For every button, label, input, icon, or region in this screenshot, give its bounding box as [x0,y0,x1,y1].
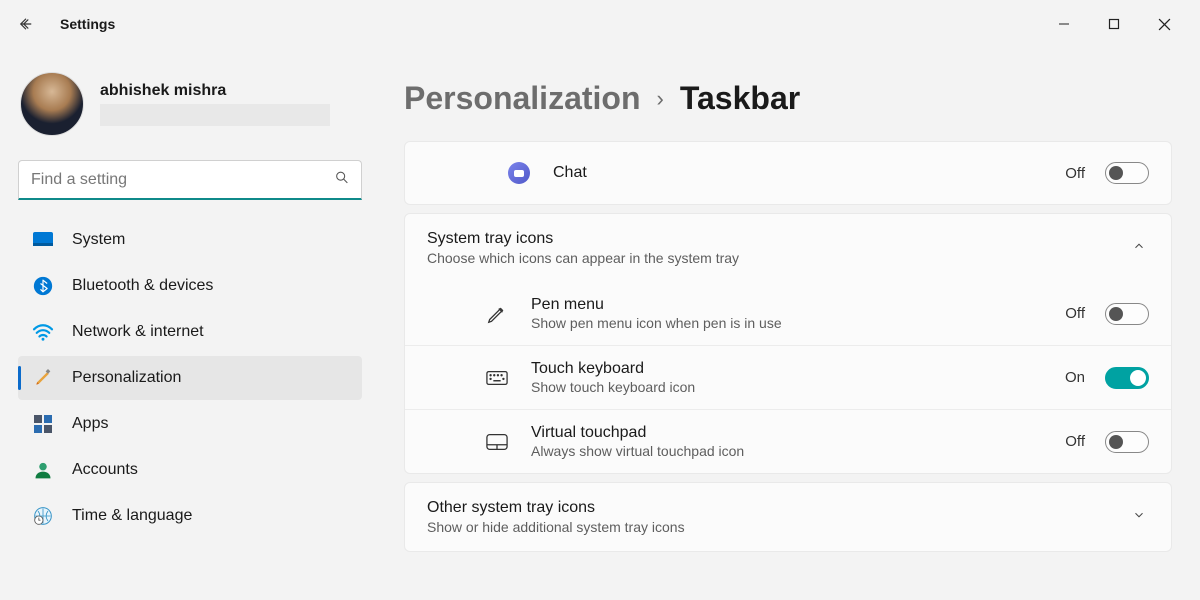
breadcrumb-current: Taskbar [680,80,800,117]
nav-label: Personalization [72,369,181,387]
touchpad-icon [483,433,511,451]
virtual-touchpad-toggle[interactable] [1105,431,1149,453]
section-title: System tray icons [427,230,1129,248]
search-icon [334,170,350,191]
profile-email-redacted [100,104,330,126]
breadcrumb: Personalization › Taskbar [404,80,1172,117]
row-desc: Show pen menu icon when pen is in use [531,315,1045,331]
toggle-state: Off [1065,165,1085,182]
minimize-icon [1058,18,1070,30]
arrow-left-icon [17,15,35,33]
display-icon [32,229,54,251]
chat-toggle[interactable] [1105,162,1149,184]
profile-block[interactable]: abhishek mishra [18,72,362,136]
bluetooth-icon [32,275,54,297]
section-title: Other system tray icons [427,499,1129,517]
search-wrap [18,160,362,200]
pen-icon [483,303,511,325]
nav-label: Time & language [72,507,192,525]
card-chat: Chat Off [404,141,1172,205]
wifi-icon [32,321,54,343]
row-desc: Always show virtual touchpad icon [531,443,1045,459]
nav-system[interactable]: System [18,218,362,262]
sidebar: abhishek mishra System Bluetooth & devic… [0,48,380,600]
person-icon [32,459,54,481]
avatar [20,72,84,136]
nav-label: Apps [72,415,108,433]
row-virtual-touchpad: Virtual touchpad Always show virtual tou… [405,409,1171,473]
row-chat: Chat Off [405,142,1171,204]
profile-name: abhishek mishra [100,82,330,100]
nav-accounts[interactable]: Accounts [18,448,362,492]
toggle-state: On [1065,369,1085,386]
touch-keyboard-toggle[interactable] [1105,367,1149,389]
paintbrush-icon [32,367,54,389]
minimize-button[interactable] [1050,10,1078,38]
window-controls [1050,10,1190,38]
nav-label: Network & internet [72,323,204,341]
close-icon [1158,18,1171,31]
row-title: Virtual touchpad [531,424,1045,442]
row-desc: Show touch keyboard icon [531,379,1045,395]
row-pen-menu: Pen menu Show pen menu icon when pen is … [405,282,1171,345]
section-header-tray[interactable]: System tray icons Choose which icons can… [405,214,1171,282]
keyboard-icon [483,370,511,386]
content: Personalization › Taskbar Chat Off Syste… [380,48,1200,600]
nav-apps[interactable]: Apps [18,402,362,446]
nav-label: System [72,231,125,249]
section-desc: Choose which icons can appear in the sys… [427,250,1129,266]
row-title: Chat [553,164,1045,182]
nav-label: Bluetooth & devices [72,277,213,295]
chevron-right-icon: › [657,86,664,112]
card-other-tray: Other system tray icons Show or hide add… [404,482,1172,552]
row-title: Touch keyboard [531,360,1045,378]
breadcrumb-parent[interactable]: Personalization [404,80,641,117]
chevron-down-icon [1129,508,1149,527]
section-header-other[interactable]: Other system tray icons Show or hide add… [405,483,1171,551]
card-system-tray: System tray icons Choose which icons can… [404,213,1172,474]
apps-icon [32,413,54,435]
section-desc: Show or hide additional system tray icon… [427,519,1129,535]
titlebar: Settings [0,0,1200,48]
nav: System Bluetooth & devices Network & int… [18,218,362,538]
nav-personalization[interactable]: Personalization [18,356,362,400]
chat-icon [505,162,533,184]
window-title: Settings [60,16,115,32]
close-button[interactable] [1150,10,1178,38]
search-input[interactable] [18,160,362,200]
row-touch-keyboard: Touch keyboard Show touch keyboard icon … [405,345,1171,409]
row-title: Pen menu [531,296,1045,314]
toggle-state: Off [1065,433,1085,450]
back-button[interactable] [10,8,42,40]
pen-menu-toggle[interactable] [1105,303,1149,325]
maximize-icon [1108,18,1120,30]
nav-bluetooth[interactable]: Bluetooth & devices [18,264,362,308]
clock-globe-icon [32,505,54,527]
nav-network[interactable]: Network & internet [18,310,362,354]
nav-label: Accounts [72,461,138,479]
maximize-button[interactable] [1100,10,1128,38]
toggle-state: Off [1065,305,1085,322]
chevron-up-icon [1129,239,1149,258]
nav-time-language[interactable]: Time & language [18,494,362,538]
